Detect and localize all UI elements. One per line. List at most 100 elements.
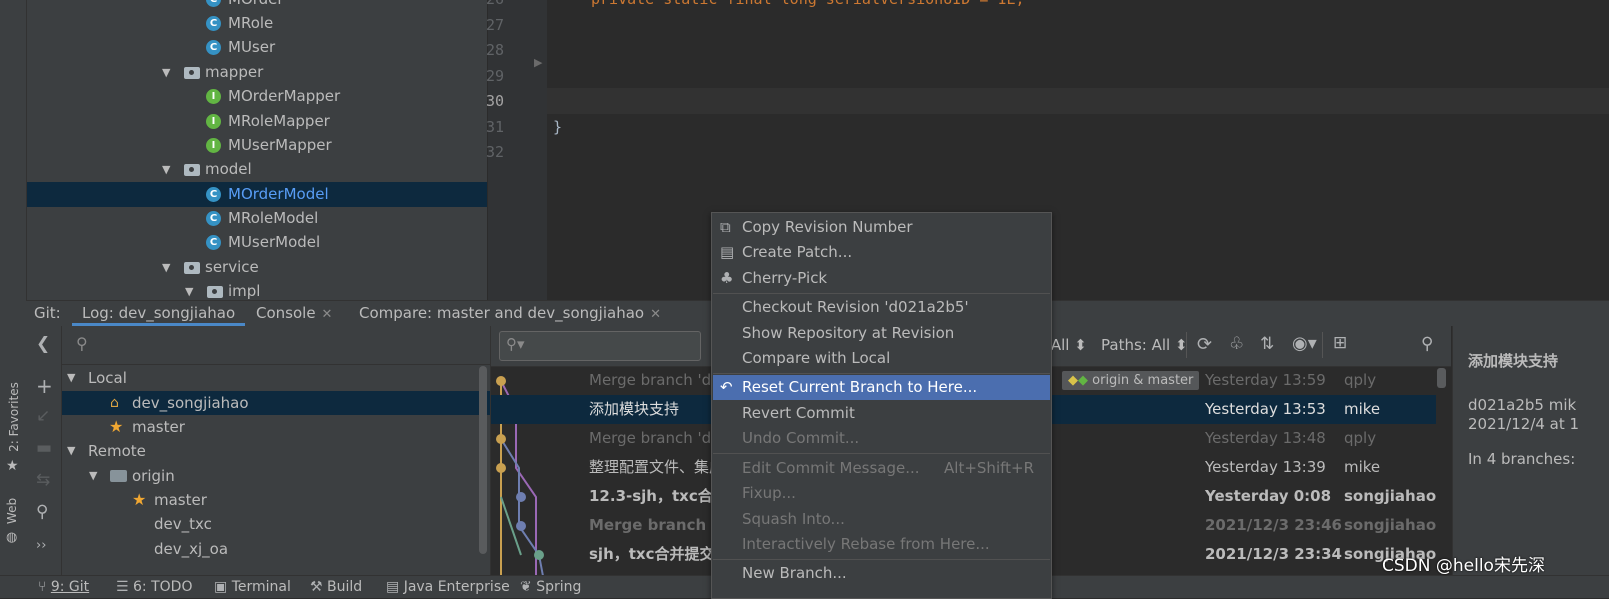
search-icon[interactable]: ⚲ — [1421, 334, 1433, 354]
menu-item-label: Edit Commit Message... — [742, 459, 920, 477]
tree-folder[interactable]: ▼ service — [27, 255, 487, 280]
current-line-highlight — [547, 88, 1609, 114]
fold-marker-icon[interactable]: ▶ — [534, 56, 542, 69]
menu-item-create-patch[interactable]: ▤ Create Patch... — [713, 240, 1050, 265]
menu-item-label: New Branch... — [742, 564, 847, 582]
trash-icon[interactable]: ▬ — [36, 438, 52, 458]
chevron-down-icon[interactable]: ▼ — [162, 60, 170, 85]
chevron-down-icon[interactable]: ▼ — [67, 439, 75, 463]
chevron-down-icon[interactable]: ▼ — [162, 157, 170, 182]
tree-folder[interactable]: ▼ mapper — [27, 60, 487, 85]
menu-item-checkout-revision[interactable]: Checkout Revision 'd021a2b5' — [713, 295, 1050, 320]
tree-item[interactable]: C MUser — [27, 35, 487, 60]
details-hash[interactable]: d021a2b5 mik — [1468, 396, 1576, 414]
commit-author: songjiahao — [1344, 516, 1437, 534]
menu-item-cherry-pick[interactable]: ♣ Cherry-Pick — [713, 266, 1050, 291]
update-icon[interactable]: ↙ — [36, 406, 50, 426]
branch-item[interactable]: ★ master — [62, 415, 490, 439]
tool-tab-todo[interactable]: ☰ 6: TODO — [116, 577, 192, 598]
menu-item-squash[interactable]: Squash Into... — [713, 507, 1050, 532]
branches-scrollbar[interactable] — [479, 366, 487, 554]
tab-compare[interactable]: Compare: master and dev_songjiahao ✕ — [359, 301, 661, 326]
branch-group-label: Local — [88, 369, 127, 387]
tree-item-label: MRoleMapper — [228, 112, 330, 130]
chevron-down-icon[interactable]: ▼ — [89, 464, 97, 488]
tree-item[interactable]: C MRole — [27, 11, 487, 36]
menu-item-copy-revision[interactable]: ⧉ Copy Revision Number — [713, 215, 1050, 240]
web-tool-button[interactable]: Web ◍ — [2, 494, 24, 550]
menu-item-compare-local[interactable]: Compare with Local — [713, 346, 1050, 371]
tree-folder[interactable]: ▼ impl — [27, 279, 487, 300]
tree-item-label: MOrderMapper — [228, 87, 341, 105]
tab-log[interactable]: Log: dev_songjiahao — [72, 301, 246, 326]
cherry-pick-icon[interactable]: ♧ — [1229, 334, 1244, 354]
log-scrollbar[interactable] — [1437, 368, 1446, 388]
refresh-icon[interactable]: ⟳ — [1197, 334, 1212, 355]
branch-item-current[interactable]: ⌂ dev_songjiahao — [62, 391, 490, 415]
more-icon[interactable]: ›› — [36, 538, 46, 553]
paths-filter[interactable]: Paths: All ⬍ — [1101, 336, 1188, 354]
branch-search-field[interactable]: ⚲ — [62, 326, 490, 365]
branch-group-remote[interactable]: ▼ Remote — [62, 439, 490, 463]
tab-console[interactable]: Console ✕ — [256, 301, 332, 326]
chevron-down-icon[interactable]: ▼ — [185, 279, 193, 300]
tree-item[interactable]: I MUserMapper — [27, 133, 487, 158]
code-editor[interactable]: private static final long serialVersionU… — [547, 0, 1609, 300]
favorites-label: 2: Favorites — [7, 382, 21, 452]
commit-author: songjiahao — [1344, 487, 1437, 505]
close-icon[interactable]: ✕ — [650, 307, 661, 322]
tree-item[interactable]: I MRoleMapper — [27, 109, 487, 134]
project-tree: C MOrder C MRole C MUser ▼ mapper I MOrd… — [27, 0, 487, 300]
menu-item-label: Compare with Local — [742, 349, 891, 367]
compare-icon[interactable]: ⇆ — [36, 470, 50, 490]
branch-group-local[interactable]: ▼ Local — [62, 366, 490, 390]
tree-item[interactable]: C MUserModel — [27, 230, 487, 255]
chevron-down-icon[interactable]: ▼ — [162, 255, 170, 280]
menu-item-interactive-rebase[interactable]: Interactively Rebase from Here... — [713, 532, 1050, 557]
chevron-left-icon[interactable]: ❮ — [36, 334, 50, 354]
tool-tab-java-enterprise[interactable]: ▤ Java Enterprise — [386, 577, 510, 598]
log-search-input[interactable]: ⚲▾ — [499, 331, 701, 361]
branch-item[interactable]: dev_xj_oa — [62, 537, 490, 561]
menu-item-undo-commit[interactable]: Undo Commit... — [713, 426, 1050, 451]
menu-item-reset-branch[interactable]: ↶ Reset Current Branch to Here... — [713, 375, 1050, 400]
menu-item-label: Show Repository at Revision — [742, 324, 955, 342]
branch-item[interactable]: dev_txc — [62, 512, 490, 536]
tool-tab-spring[interactable]: ❦ Spring — [520, 577, 581, 598]
tree-item[interactable]: C MRoleModel — [27, 206, 487, 231]
menu-item-revert-commit[interactable]: Revert Commit — [713, 401, 1050, 426]
tool-tab-git[interactable]: ⑂ 9: Git — [38, 577, 89, 598]
branch-remote-origin[interactable]: ▼ origin — [62, 464, 490, 488]
branch-item[interactable]: ★ master — [62, 488, 490, 512]
tree-item[interactable]: I MOrderMapper — [27, 84, 487, 109]
branch-group-label: Remote — [88, 442, 146, 460]
commit-date: Yesterday 13:59 — [1205, 371, 1326, 389]
menu-item-fixup[interactable]: Fixup... — [713, 481, 1050, 506]
search-icon[interactable]: ⚲ — [36, 502, 48, 522]
sort-icon[interactable]: ⇅ — [1260, 334, 1274, 354]
commit-message: Merge branch 'de — [589, 371, 721, 389]
branch-label: master — [132, 418, 185, 436]
menu-separator — [713, 293, 1050, 294]
new-tab-icon[interactable]: ⊞ — [1333, 333, 1347, 353]
tool-tab-terminal[interactable]: ▣ Terminal — [214, 577, 291, 598]
menu-item-edit-message[interactable]: Edit Commit Message... Alt+Shift+R — [713, 456, 1050, 481]
tree-item-label: MOrderModel — [228, 185, 329, 203]
favorites-tool-button[interactable]: 2: Favorites ★ — [2, 380, 24, 480]
eye-icon[interactable]: ◉▾ — [1292, 333, 1317, 354]
tool-tab-build[interactable]: ⚒ Build — [310, 577, 362, 598]
chevron-down-icon[interactable]: ▼ — [67, 366, 75, 390]
tree-folder[interactable]: ▼ model — [27, 157, 487, 182]
branch-label: dev_txc — [154, 515, 212, 533]
line-number: 29 — [485, 67, 504, 85]
git-window-title: Git: — [34, 304, 61, 322]
plus-icon[interactable]: + — [36, 374, 53, 398]
interface-icon: I — [206, 114, 221, 129]
menu-item-show-repository[interactable]: Show Repository at Revision — [713, 321, 1050, 346]
close-icon[interactable]: ✕ — [322, 307, 333, 322]
menu-item-label: Undo Commit... — [742, 429, 860, 447]
tree-item-selected[interactable]: C MOrderModel — [27, 182, 487, 207]
menu-item-new-branch[interactable]: New Branch... — [713, 561, 1050, 586]
commit-author: mike — [1344, 458, 1381, 476]
menu-item-shortcut: Alt+Shift+R — [944, 459, 1034, 477]
